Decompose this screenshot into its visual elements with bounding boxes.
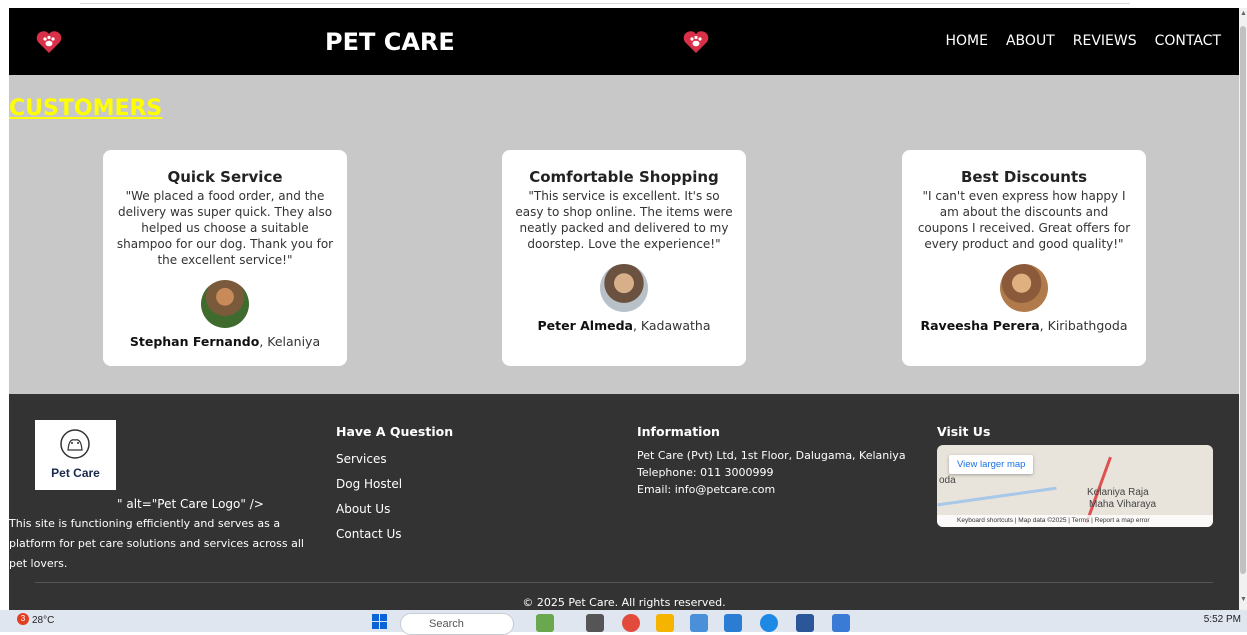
windows-start-icon[interactable] xyxy=(372,614,388,630)
site-header: PET CARE HOME ABOUT REVIEWS CONTACT xyxy=(9,8,1239,75)
nav-contact[interactable]: CONTACT xyxy=(1155,33,1221,49)
map-label: oda xyxy=(939,475,956,486)
review-quote: "We placed a food order, and the deliver… xyxy=(116,189,334,267)
divider xyxy=(80,3,1130,4)
review-card: Comfortable Shopping "This service is ex… xyxy=(502,150,746,366)
copyright: © 2025 Pet Care. All rights reserved. xyxy=(522,596,726,609)
scrollbar[interactable]: ▲ ▼ xyxy=(1239,8,1247,610)
page: PET CARE HOME ABOUT REVIEWS CONTACT CUST… xyxy=(9,8,1239,610)
review-title: Comfortable Shopping xyxy=(529,168,719,186)
paw-heart-icon xyxy=(683,31,709,53)
store-icon[interactable] xyxy=(724,614,742,632)
avatar xyxy=(1000,264,1048,312)
embedded-map[interactable]: View larger map oda Kelaniya Raja Maha V… xyxy=(937,445,1213,527)
footer-about: This site is functioning efficiently and… xyxy=(9,517,304,570)
review-card: Best Discounts "I can't even express how… xyxy=(902,150,1146,366)
map-attribution[interactable]: Keyboard shortcuts | Map data ©2025 | Te… xyxy=(937,515,1213,527)
paw-heart-logo-icon[interactable] xyxy=(35,30,63,54)
reviewer-location: , Kiribathgoda xyxy=(1039,318,1128,333)
footer-link-services[interactable]: Services xyxy=(336,447,453,472)
map-label: Maha Viharaya xyxy=(1089,499,1157,510)
weather-alert-icon[interactable]: 3 xyxy=(17,613,29,625)
file-explorer-icon[interactable] xyxy=(656,614,674,632)
nav-home[interactable]: HOME xyxy=(946,33,988,49)
footer-logo-text: Pet Care xyxy=(51,466,100,480)
footer-divider xyxy=(35,582,1213,583)
chrome-icon[interactable] xyxy=(622,614,640,632)
edge-icon[interactable] xyxy=(760,614,778,632)
telephone: Telephone: 011 3000999 xyxy=(637,466,774,479)
map-label: Kelaniya Raja xyxy=(1087,487,1149,498)
browser-top-strip xyxy=(0,0,1247,8)
section-title: CUSTOMERS xyxy=(9,96,163,121)
scrollbar-thumb[interactable] xyxy=(1240,26,1246,574)
clock[interactable]: 5:52 PM xyxy=(1204,614,1241,625)
reviewer-location: , Kadawatha xyxy=(632,318,711,333)
nav-about[interactable]: ABOUT xyxy=(1006,33,1055,49)
footer-col-questions: Have A Question Services Dog Hostel Abou… xyxy=(336,424,453,547)
app-icon[interactable] xyxy=(690,614,708,632)
footer-col-information: Information Pet Care (Pvt) Ltd, 1st Floo… xyxy=(637,424,906,498)
footer-heading: Information xyxy=(637,424,720,439)
review-quote: "This service is excellent. It's so easy… xyxy=(515,189,733,251)
footer-link-dog-hostel[interactable]: Dog Hostel xyxy=(336,472,453,497)
word-icon[interactable] xyxy=(796,614,814,632)
pet-care-logo-icon xyxy=(60,429,90,459)
scroll-up-icon[interactable]: ▲ xyxy=(1240,10,1247,17)
footer-heading: Have A Question xyxy=(336,424,454,439)
reviewer: Raveesha Perera, Kiribathgoda xyxy=(914,318,1134,333)
email: Email: info@petcare.com xyxy=(637,483,776,496)
nav-reviews[interactable]: REVIEWS xyxy=(1073,33,1137,49)
map-road xyxy=(937,486,1057,507)
broken-alt-text: " alt="Pet Care Logo" /> xyxy=(117,497,264,511)
main-nav: HOME ABOUT REVIEWS CONTACT xyxy=(946,33,1222,49)
widgets-icon[interactable] xyxy=(536,614,554,632)
footer-link-contact[interactable]: Contact Us xyxy=(336,522,453,547)
reviewer: Stephan Fernando, Kelaniya xyxy=(115,334,335,349)
reviewer-name: Peter Almeda xyxy=(537,318,633,333)
review-title: Quick Service xyxy=(167,168,283,186)
footer-logo: Pet Care xyxy=(35,420,116,490)
notepad-icon[interactable] xyxy=(832,614,850,632)
reviewer: Peter Almeda, Kadawatha xyxy=(514,318,734,333)
address: Pet Care (Pvt) Ltd, 1st Floor, Dalugama,… xyxy=(637,449,906,462)
footer-link-about[interactable]: About Us xyxy=(336,497,453,522)
avatar xyxy=(600,264,648,312)
avatar xyxy=(201,280,249,328)
view-larger-map-button[interactable]: View larger map xyxy=(949,455,1034,474)
scroll-down-icon[interactable]: ▼ xyxy=(1240,596,1247,603)
footer-col-visit: Visit Us xyxy=(937,424,990,447)
reviewer-name: Raveesha Perera xyxy=(920,318,1040,333)
reviewer-location: , Kelaniya xyxy=(259,334,321,349)
review-card: Quick Service "We placed a food order, a… xyxy=(103,150,347,366)
windows-taskbar: 3 28°C Search 5:52 PM xyxy=(0,610,1247,635)
weather-temp[interactable]: 28°C xyxy=(32,615,54,626)
site-footer: Pet Care " alt="Pet Care Logo" /> This s… xyxy=(9,394,1239,610)
brand-title[interactable]: PET CARE xyxy=(325,28,455,56)
footer-heading: Visit Us xyxy=(937,424,991,439)
review-quote: "I can't even express how happy I am abo… xyxy=(917,189,1131,251)
reviewer-name: Stephan Fernando xyxy=(129,334,260,349)
task-view-icon[interactable] xyxy=(586,614,604,632)
review-title: Best Discounts xyxy=(960,168,1088,186)
